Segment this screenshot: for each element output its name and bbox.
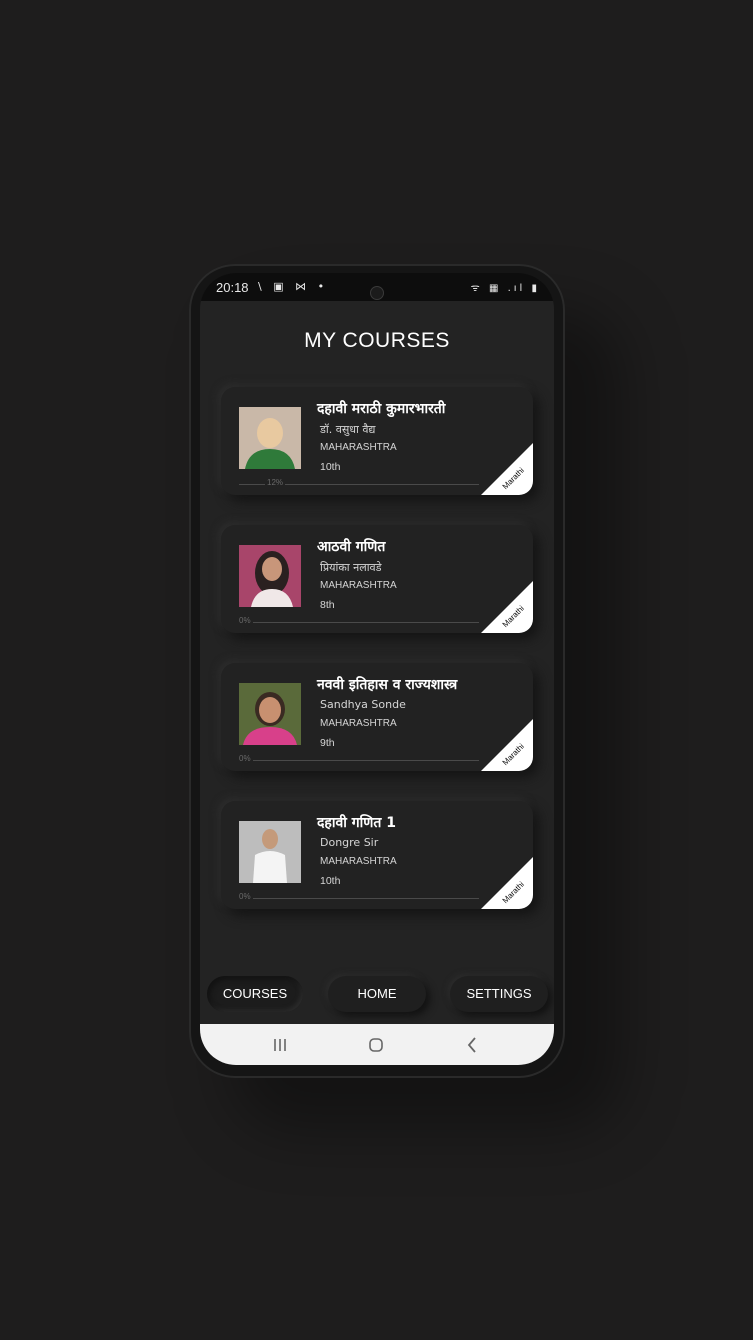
home-system-icon[interactable] bbox=[366, 1035, 386, 1055]
status-bar: 20:18 \ ▣ ⋈ • ᯤ ▦ .ıl ▮ bbox=[200, 273, 554, 301]
course-teacher: डॉ. वसुधा वैद्य bbox=[320, 423, 376, 436]
progress-bar bbox=[239, 622, 479, 623]
teacher-avatar bbox=[239, 683, 301, 745]
system-nav-bar bbox=[200, 1024, 554, 1065]
back-icon[interactable] bbox=[462, 1035, 482, 1055]
teacher-avatar bbox=[239, 545, 301, 607]
course-title: दहावी मराठी कुमारभारती bbox=[317, 401, 446, 417]
course-teacher: प्रियांका नलावडे bbox=[320, 561, 382, 574]
course-card[interactable]: दहावी मराठी कुमारभारती डॉ. वसुधा वैद्य M… bbox=[221, 387, 533, 495]
notification-icons: \ ▣ ⋈ • bbox=[258, 280, 329, 293]
progress-label: 12% bbox=[265, 478, 286, 487]
course-card[interactable]: आठवी गणित प्रियांका नलावडे MAHARASHTRA 8… bbox=[221, 525, 533, 633]
recent-apps-icon[interactable] bbox=[270, 1035, 290, 1055]
language-ribbon: Marathi bbox=[481, 581, 533, 633]
teacher-avatar bbox=[239, 407, 301, 469]
progress-label: 0% bbox=[237, 892, 253, 901]
course-title: नववी इतिहास व राज्यशास्त्र bbox=[317, 677, 458, 693]
course-grade: 8th bbox=[320, 599, 335, 611]
course-title: दहावी गणित 1 bbox=[317, 815, 397, 831]
progress-bar bbox=[239, 898, 479, 899]
course-grade: 10th bbox=[320, 875, 341, 887]
phone-screen: 20:18 \ ▣ ⋈ • ᯤ ▦ .ıl ▮ MY COURSES दहावी… bbox=[200, 273, 554, 1065]
course-card[interactable]: दहावी गणित 1 Dongre Sir MAHARASHTRA 10th… bbox=[221, 801, 533, 909]
status-time: 20:18 bbox=[216, 280, 249, 295]
page-title: MY COURSES bbox=[304, 329, 450, 352]
nav-home-button[interactable]: HOME bbox=[328, 976, 426, 1012]
course-teacher: Dongre Sir bbox=[320, 836, 379, 849]
course-teacher: Sandhya Sonde bbox=[320, 698, 406, 711]
course-board: MAHARASHTRA bbox=[320, 718, 397, 729]
progress-bar bbox=[239, 760, 479, 761]
language-ribbon: Marathi bbox=[481, 857, 533, 909]
course-board: MAHARASHTRA bbox=[320, 442, 397, 453]
language-ribbon: Marathi bbox=[481, 443, 533, 495]
course-grade: 9th bbox=[320, 737, 335, 749]
progress-label: 0% bbox=[237, 616, 253, 625]
course-title: आठवी गणित bbox=[317, 539, 386, 555]
nav-courses-button[interactable]: COURSES bbox=[207, 976, 303, 1012]
nav-settings-button[interactable]: SETTINGS bbox=[450, 976, 548, 1012]
course-grade: 10th bbox=[320, 461, 341, 473]
course-board: MAHARASHTRA bbox=[320, 580, 397, 591]
progress-label: 0% bbox=[237, 754, 253, 763]
teacher-avatar bbox=[239, 821, 301, 883]
course-card[interactable]: नववी इतिहास व राज्यशास्त्र Sandhya Sonde… bbox=[221, 663, 533, 771]
course-board: MAHARASHTRA bbox=[320, 856, 397, 867]
language-ribbon: Marathi bbox=[481, 719, 533, 771]
front-camera-icon bbox=[370, 286, 384, 300]
signal-battery-icons: ᯤ ▦ .ıl ▮ bbox=[470, 283, 540, 294]
